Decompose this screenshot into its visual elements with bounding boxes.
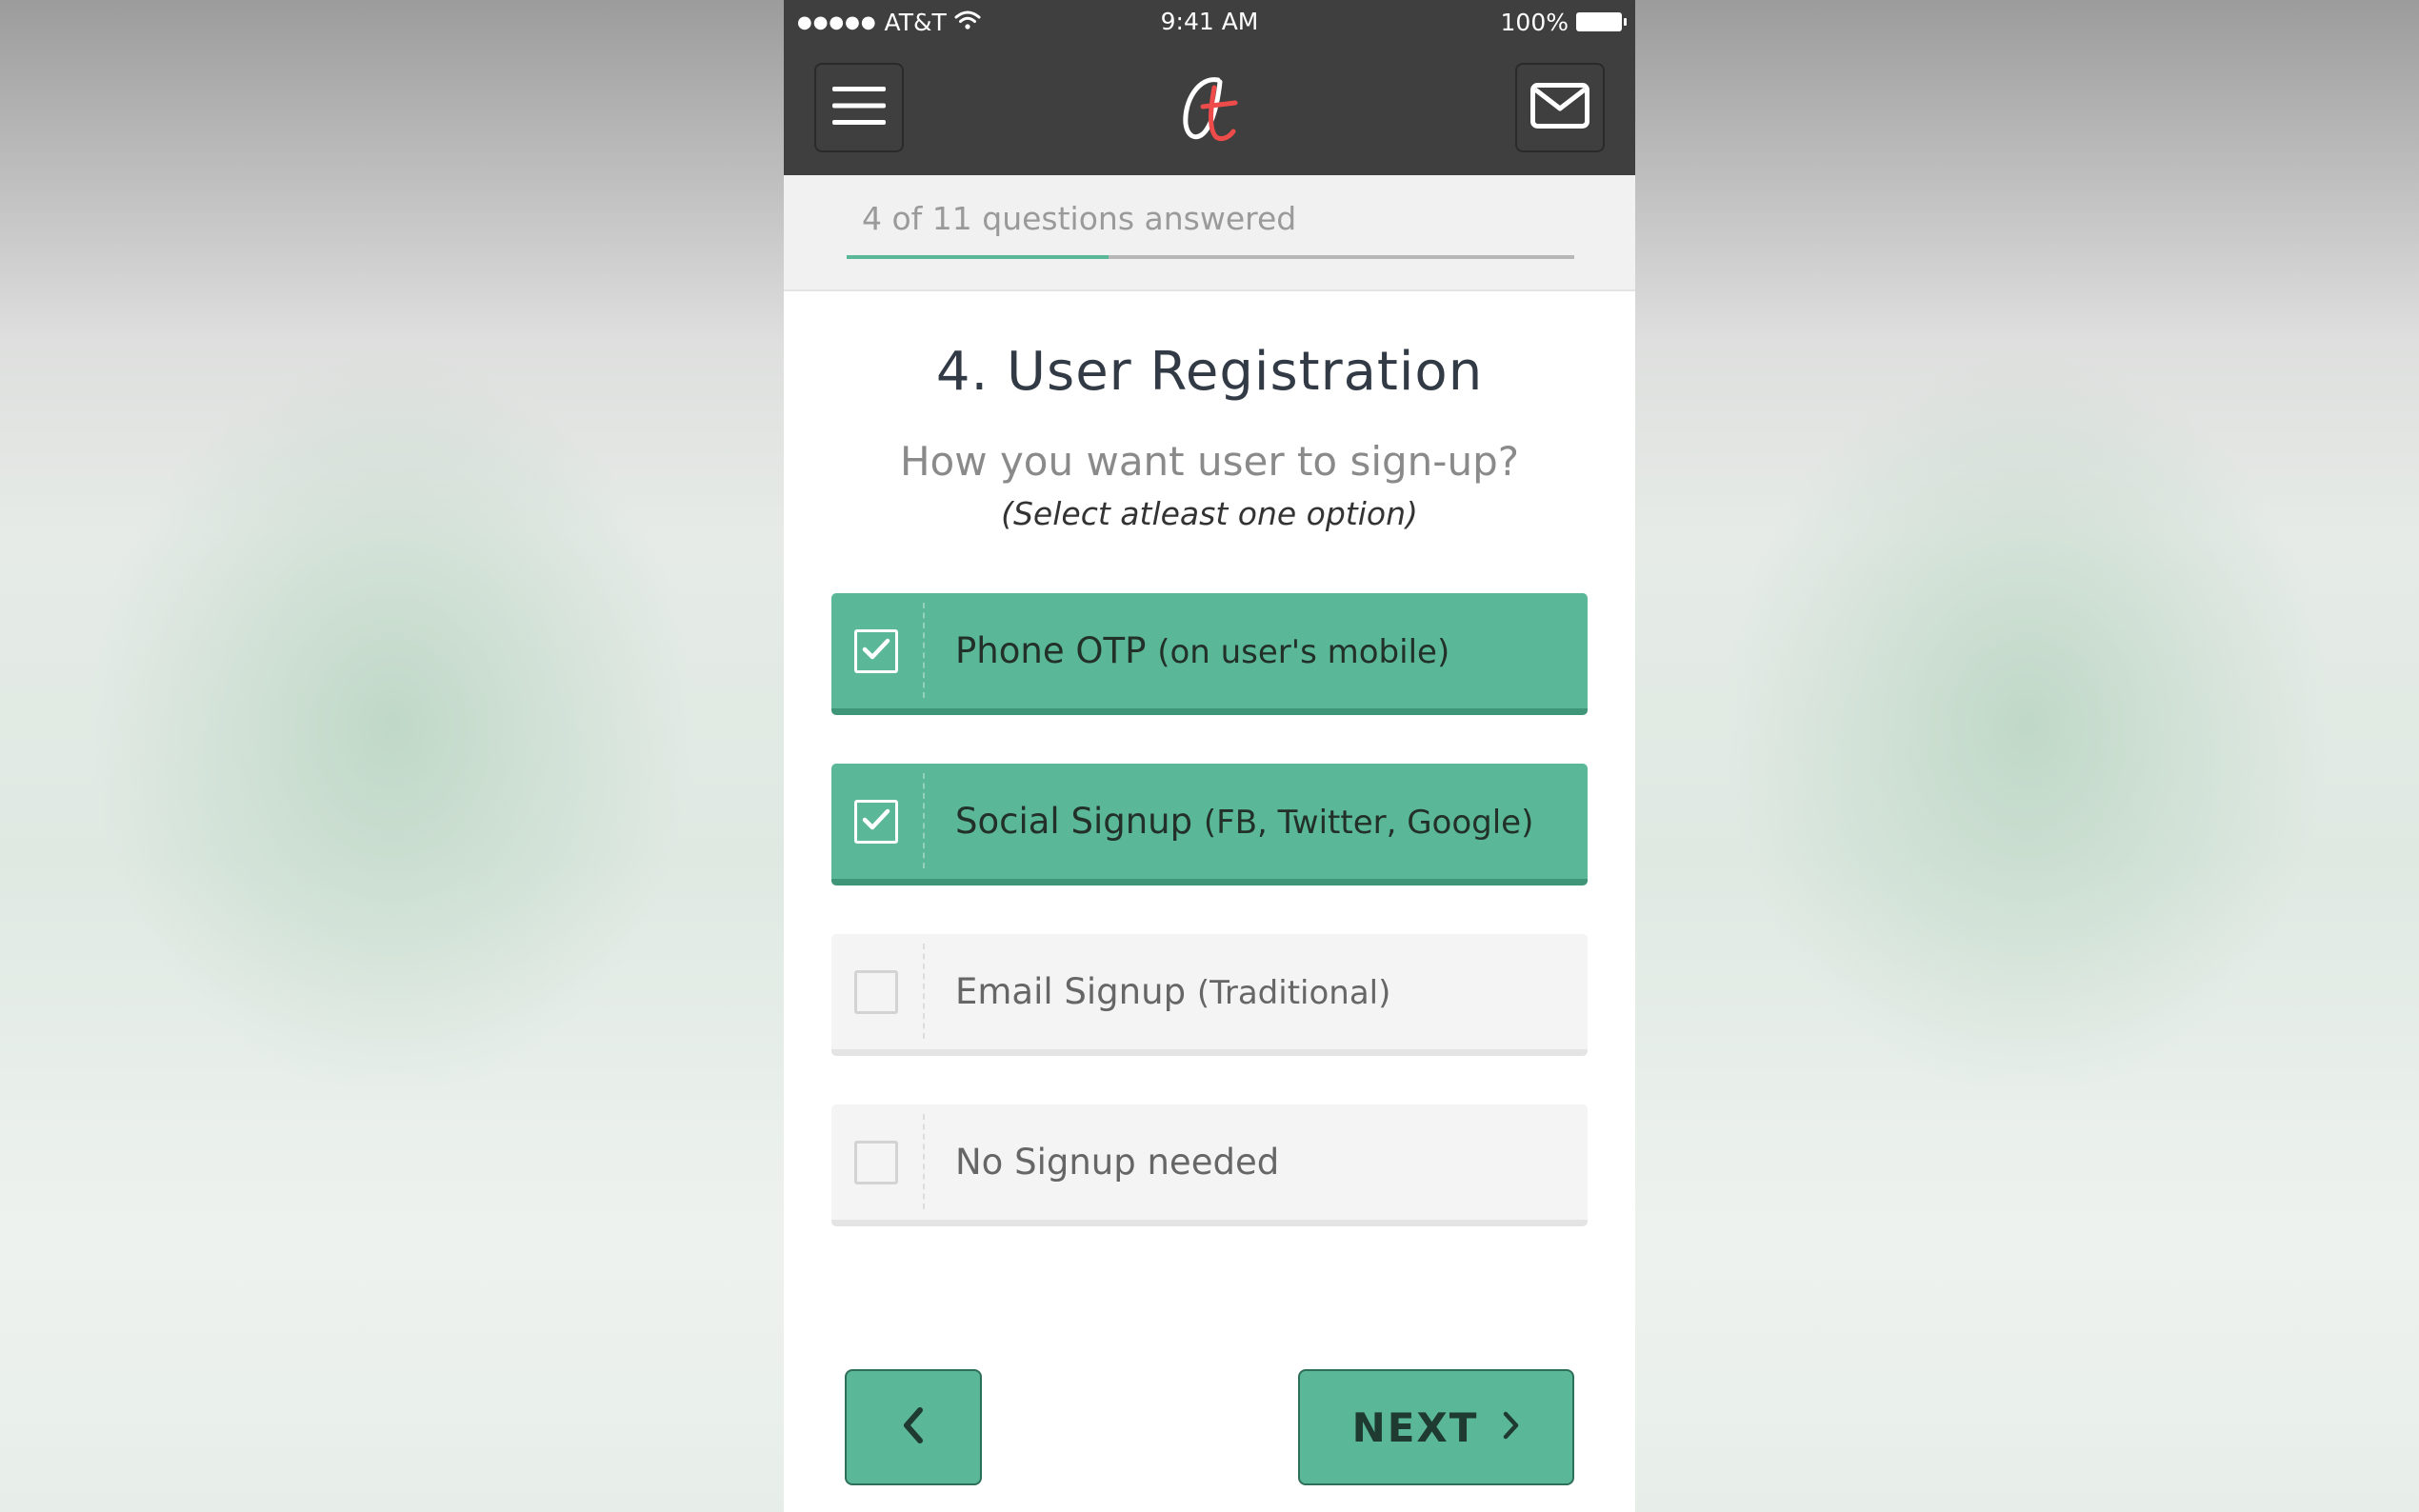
option-label: Social Signup (FB, Twitter, Google) bbox=[955, 764, 1533, 879]
mail-button[interactable] bbox=[1515, 63, 1605, 152]
status-battery: 100% bbox=[1500, 6, 1627, 38]
option-phone-otp[interactable]: Phone OTP (on user's mobile) bbox=[831, 593, 1588, 715]
question-title: 4. User Registration bbox=[935, 341, 1484, 403]
option-main-text: Phone OTP bbox=[955, 630, 1147, 671]
option-label: Email Signup (Traditional) bbox=[955, 934, 1390, 1049]
option-divider bbox=[923, 1114, 925, 1209]
option-social-signup[interactable]: Social Signup (FB, Twitter, Google) bbox=[831, 764, 1588, 885]
checkmark-icon bbox=[861, 806, 891, 837]
progress-label: 4 of 11 questions answered bbox=[862, 200, 1297, 237]
progress-section: 4 of 11 questions answered bbox=[784, 175, 1635, 291]
menu-button[interactable] bbox=[814, 63, 904, 152]
chevron-right-icon bbox=[1501, 1410, 1520, 1444]
option-checkbox[interactable] bbox=[854, 1141, 898, 1184]
option-label: No Signup needed bbox=[955, 1104, 1279, 1220]
battery-icon bbox=[1576, 12, 1627, 31]
checkmark-icon bbox=[861, 636, 891, 666]
option-detail-text: (Traditional) bbox=[1196, 974, 1391, 1012]
app-header: ●●●●● AT&T 9:41 AM 100% bbox=[784, 0, 1635, 175]
option-label: Phone OTP (on user's mobile) bbox=[955, 593, 1449, 708]
back-button[interactable] bbox=[845, 1369, 982, 1485]
option-email-signup[interactable]: Email Signup (Traditional) bbox=[831, 934, 1588, 1056]
background-right bbox=[1635, 0, 2419, 1512]
hamburger-menu-icon bbox=[832, 85, 886, 130]
background-left bbox=[0, 0, 784, 1512]
brand-logo[interactable] bbox=[1176, 70, 1243, 147]
option-main-text: Email Signup bbox=[955, 971, 1187, 1012]
phone-screen: ●●●●● AT&T 9:41 AM 100% 4 of 11 question… bbox=[784, 0, 1635, 1512]
option-checkbox[interactable] bbox=[854, 970, 898, 1014]
option-detail-text: (FB, Twitter, Google) bbox=[1203, 804, 1534, 842]
progress-bar-fill bbox=[847, 255, 1110, 259]
question-hint: (Select atleast one option) bbox=[1001, 495, 1418, 532]
question-subtitle: How you want user to sign-up? bbox=[899, 438, 1520, 485]
chevron-left-icon bbox=[901, 1406, 926, 1448]
envelope-icon bbox=[1530, 83, 1589, 132]
progress-bar bbox=[847, 255, 1574, 259]
option-divider bbox=[923, 603, 925, 698]
next-button[interactable]: NEXT bbox=[1298, 1369, 1574, 1485]
option-divider bbox=[923, 944, 925, 1039]
option-no-signup[interactable]: No Signup needed bbox=[831, 1104, 1588, 1226]
option-detail-text: (on user's mobile) bbox=[1157, 633, 1450, 671]
option-checkbox[interactable] bbox=[854, 629, 898, 673]
option-main-text: No Signup needed bbox=[955, 1142, 1280, 1183]
next-button-label: NEXT bbox=[1351, 1403, 1479, 1451]
option-divider bbox=[923, 773, 925, 868]
battery-percent: 100% bbox=[1500, 8, 1569, 36]
option-checkbox[interactable] bbox=[854, 800, 898, 844]
option-main-text: Social Signup bbox=[955, 801, 1193, 842]
